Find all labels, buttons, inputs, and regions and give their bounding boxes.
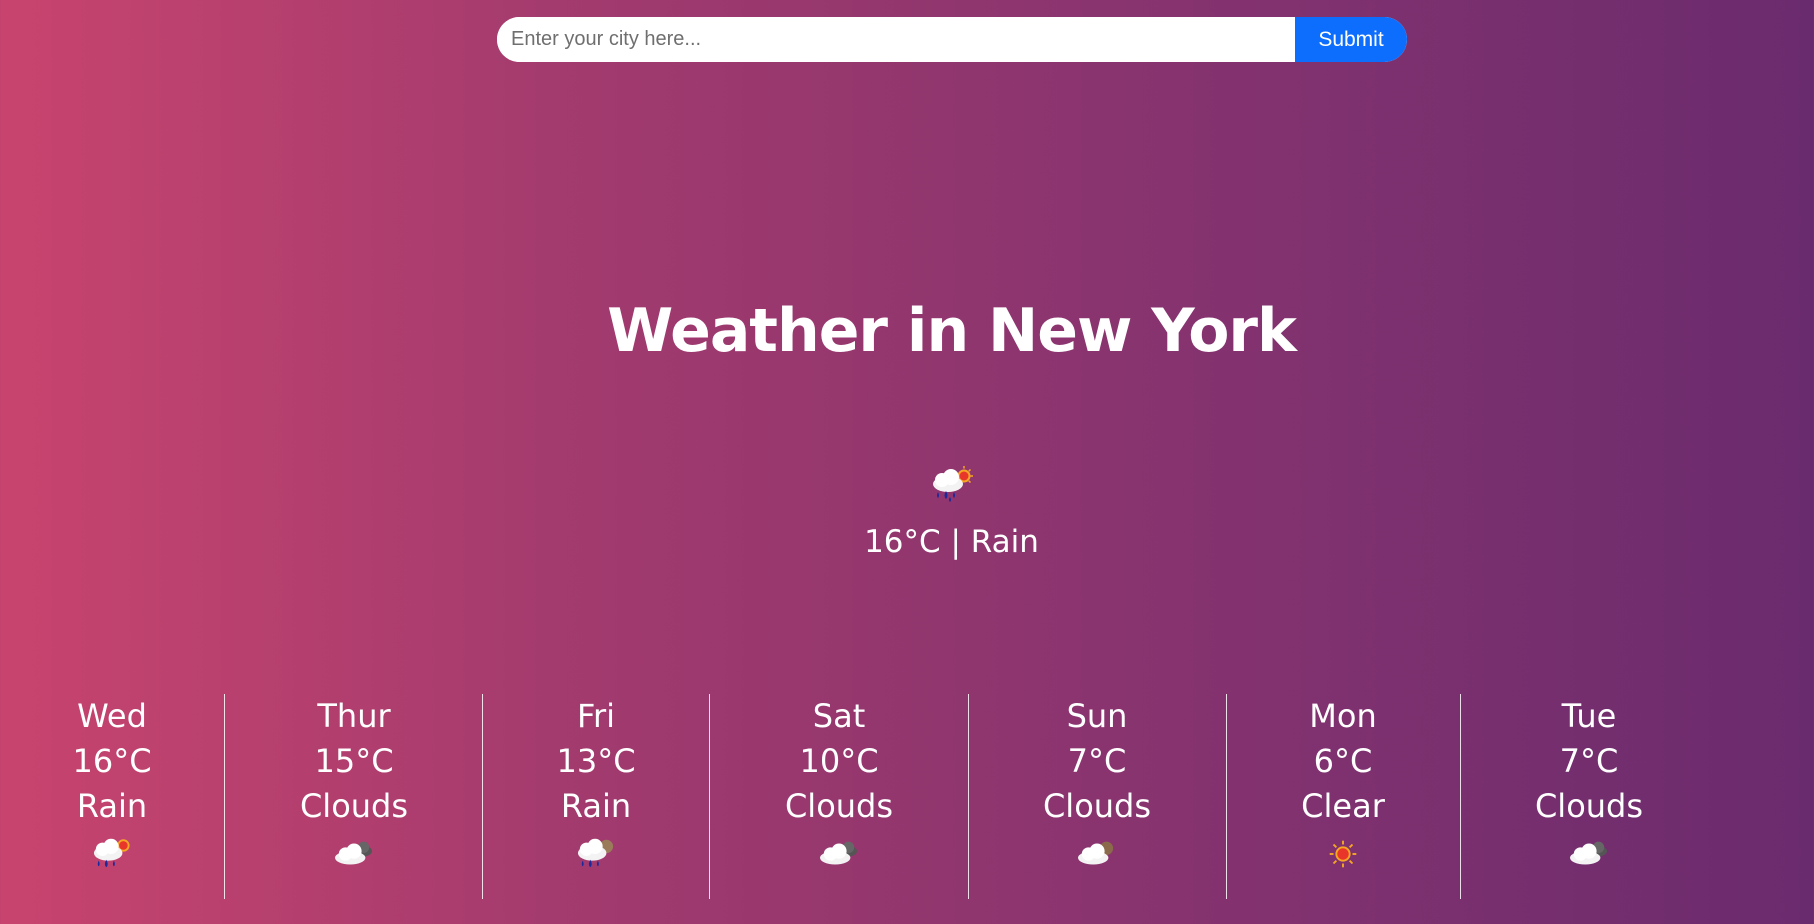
forecast-divider — [1226, 694, 1227, 899]
clouds-icon — [820, 841, 858, 865]
forecast-day-thur: Thur 15°C Clouds — [272, 694, 436, 899]
clouds-icon — [1570, 841, 1608, 865]
forecast-condition: Clouds — [1042, 787, 1152, 825]
forecast-day-mon: Mon 6°C Clear — [1261, 694, 1425, 899]
forecast-divider — [968, 694, 969, 899]
sun-icon — [1329, 840, 1357, 868]
forecast-condition: Rain — [76, 787, 148, 825]
forecast-divider — [482, 694, 483, 899]
rain-sun-icon — [93, 838, 130, 868]
forecast-day-name: Wed — [77, 697, 147, 735]
forecast-condition: Clear — [1301, 787, 1385, 825]
forecast-day-sun: Sun 7°C Clouds — [1015, 694, 1179, 899]
forecast-condition: Clouds — [299, 787, 409, 825]
submit-button[interactable]: Submit — [1295, 17, 1407, 62]
forecast-day-name: Tue — [1561, 697, 1617, 735]
forecast-condition: Clouds — [1534, 787, 1644, 825]
forecast-temp: 13°C — [556, 742, 636, 780]
forecast-day-name: Sun — [1066, 697, 1128, 735]
rain-cloud-icon — [577, 838, 614, 868]
forecast-temp: 15°C — [314, 742, 394, 780]
forecast-day-tue: Tue 7°C Clouds — [1507, 694, 1671, 899]
forecast-divider — [1460, 694, 1461, 899]
forecast-day-name: Thur — [317, 697, 391, 735]
forecast-divider — [709, 694, 710, 899]
forecast-temp: 7°C — [1559, 742, 1619, 780]
forecast-day-wed: Wed 16°C Rain — [30, 694, 194, 899]
forecast-divider — [224, 694, 225, 899]
rain-sun-icon — [933, 466, 973, 502]
forecast-day-name: Mon — [1309, 697, 1377, 735]
page-title: Weather in New York — [607, 296, 1297, 366]
search-bar: Submit — [497, 17, 1407, 62]
forecast-day-sat: Sat 10°C Clouds — [757, 694, 921, 899]
forecast-day-name: Fri — [576, 697, 616, 735]
current-weather-summary: 16°C | Rain — [864, 524, 1039, 560]
clouds-icon — [335, 841, 373, 865]
forecast-temp: 10°C — [799, 742, 879, 780]
forecast-condition: Clouds — [784, 787, 894, 825]
forecast-temp: 16°C — [72, 742, 152, 780]
forecast-strip: Wed 16°C Rain Thur 15°C Clouds Fri 13°C — [0, 694, 1814, 899]
forecast-day-fri: Fri 13°C Rain — [514, 694, 678, 899]
forecast-temp: 6°C — [1313, 742, 1373, 780]
clouds-brown-icon — [1078, 841, 1114, 865]
forecast-condition: Rain — [560, 787, 632, 825]
forecast-day-name: Sat — [812, 697, 866, 735]
forecast-temp: 7°C — [1067, 742, 1127, 780]
city-search-input[interactable] — [497, 17, 1295, 62]
